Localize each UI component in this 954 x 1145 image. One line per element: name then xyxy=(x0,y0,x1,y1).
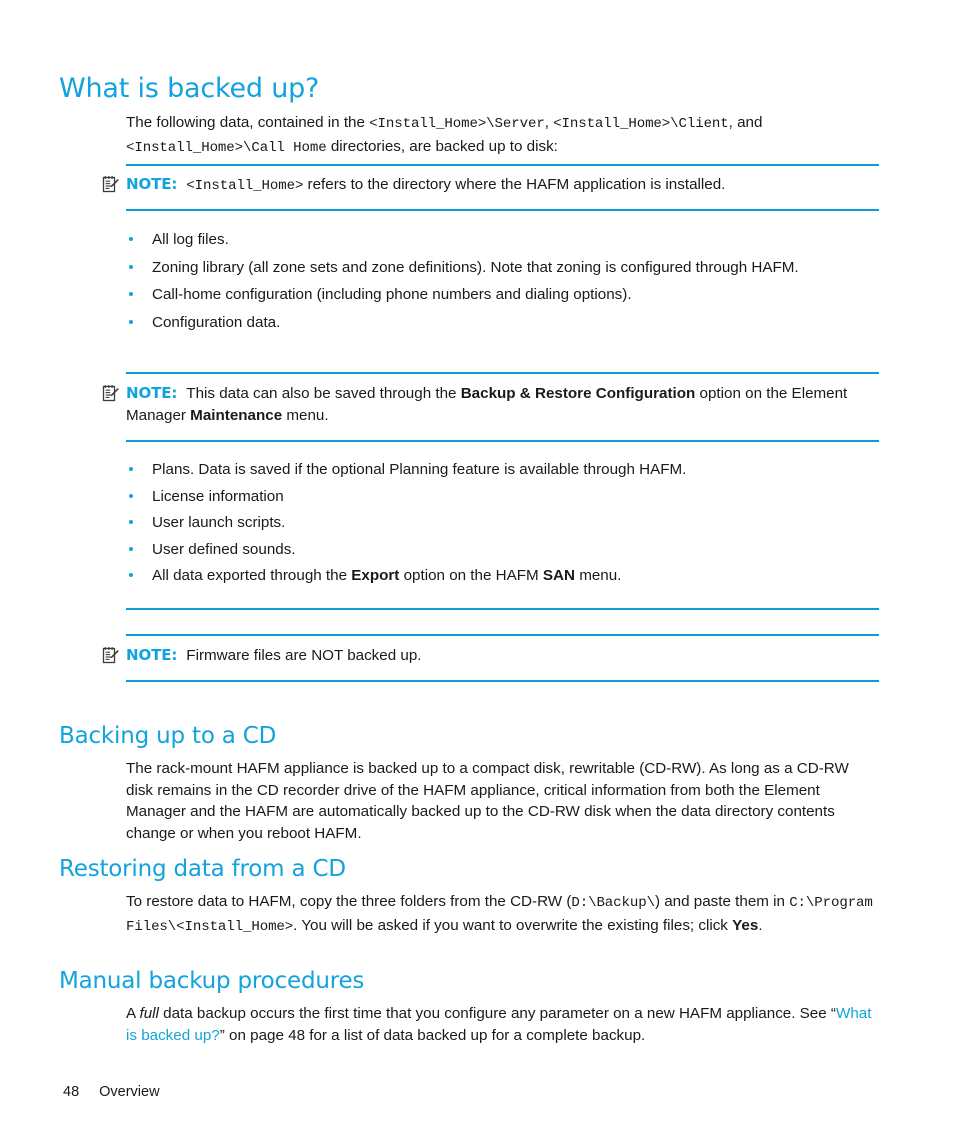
manual-text-2: data backup occurs the first time that y… xyxy=(158,1005,836,1023)
bullet-dot-icon xyxy=(129,520,133,525)
paragraph-restoring-data-from-a-cd: To restore data to HAFM, copy the three … xyxy=(126,891,878,938)
note-pencil-icon xyxy=(102,176,119,193)
list-item-label: Call-home configuration (including phone… xyxy=(152,286,632,304)
list-item-label: Zoning library (all zone sets and zone d… xyxy=(152,258,799,276)
note-rule-bottom-3 xyxy=(126,680,879,682)
paragraph-manual-backup-procedures: A full data backup occurs the first time… xyxy=(126,1003,878,1046)
restore-text-1: To restore data to HAFM, copy the three … xyxy=(126,893,572,911)
intro-code-call-home: <Install_Home>\Call Home xyxy=(126,139,327,156)
export-text-3: menu. xyxy=(574,567,622,585)
intro-text-4: directories, are backed up to disk: xyxy=(326,137,558,155)
list-item: Call-home configuration (including phone… xyxy=(126,284,878,306)
bullet-dot-icon xyxy=(129,319,133,324)
list-item-label: All log files. xyxy=(152,231,229,248)
note-body-2: NOTE: This data can also be saved through… xyxy=(102,383,879,426)
note-label-2: NOTE: xyxy=(126,384,178,402)
footer-page-number: 48 xyxy=(63,1084,80,1100)
note2-bold-maintenance: Maintenance xyxy=(190,406,283,424)
heading-manual-backup-procedures: Manual backup procedures xyxy=(59,968,365,995)
export-text-2: option on the HAFM xyxy=(399,567,543,585)
note2-text-1: This data can also be saved through the xyxy=(186,385,461,402)
note-block-firmware: NOTE: Firmware files are NOT backed up. xyxy=(102,645,879,667)
heading-what-is-backed-up: What is backed up? xyxy=(59,73,320,105)
page-footer: 48 Overview xyxy=(63,1082,160,1102)
list-item: All log files. xyxy=(126,229,878,251)
list-item-label: User launch scripts. xyxy=(152,514,286,532)
heading-backing-up-to-a-cd: Backing up to a CD xyxy=(59,723,277,750)
list-item-label: Configuration data. xyxy=(152,313,281,331)
bullet-dot-icon xyxy=(129,573,133,578)
note2-bold-backup-restore-configuration: Backup & Restore Configuration xyxy=(460,385,696,402)
note-text-3: Firmware files are NOT backed up. xyxy=(186,647,422,664)
note-body-1: NOTE: <Install_Home> refers to the direct… xyxy=(102,174,879,198)
note-rule-top-1 xyxy=(126,164,879,166)
note-rule-top-2 xyxy=(126,372,879,374)
note-rule-top-3a xyxy=(126,608,879,610)
list-item: Plans. Data is saved if the optional Pla… xyxy=(126,459,878,481)
list-item: Configuration data. xyxy=(126,312,878,334)
note-block-backup-restore: NOTE: This data can also be saved through… xyxy=(102,383,879,426)
note-rule-bottom-2 xyxy=(126,440,879,442)
intro-text-3: , and xyxy=(728,114,763,132)
intro-text-2: , xyxy=(544,114,554,132)
note-label-1: NOTE: xyxy=(126,175,178,193)
intro-code-client: <Install_Home>\Client xyxy=(553,116,729,133)
bullet-dot-icon xyxy=(129,237,133,241)
paragraph-intro-backed-up: The following data, contained in the <In… xyxy=(126,112,878,159)
bullet-list-backed-up-items: All log files. Zoning library (all zone … xyxy=(126,229,878,333)
restore-code-backup-path: D:\Backup\ xyxy=(571,895,655,912)
manual-text-3: ” on page 48 for a list of data backed u… xyxy=(219,1026,646,1044)
bullet-dot-icon xyxy=(129,467,133,471)
list-item: User defined sounds. xyxy=(126,539,878,561)
list-item: Zoning library (all zone sets and zone d… xyxy=(126,257,878,279)
list-item-label: License information xyxy=(152,487,284,505)
restore-bold-yes: Yes xyxy=(732,916,759,934)
bullet-dot-icon xyxy=(129,292,133,297)
note-label-3: NOTE: xyxy=(126,646,178,664)
note-body-3: NOTE: Firmware files are NOT backed up. xyxy=(102,645,879,667)
restore-text-3: . You will be asked if you want to overw… xyxy=(293,916,733,934)
note-rule-bottom-1 xyxy=(126,209,879,211)
list-item: User launch scripts. xyxy=(126,512,878,534)
paragraph-backing-up-to-a-cd: The rack-mount HAFM appliance is backed … xyxy=(126,760,849,842)
document-page: What is backed up? The following data, c… xyxy=(0,0,954,1145)
list-item: License information xyxy=(126,486,878,508)
note-pencil-icon xyxy=(102,385,119,402)
list-item-label: User defined sounds. xyxy=(152,540,296,558)
export-bold-san: SAN xyxy=(542,567,575,585)
footer-section-name: Overview xyxy=(99,1084,160,1100)
export-text-1: All data exported through the xyxy=(152,567,352,585)
note-text-1: refers to the directory where the HAFM a… xyxy=(303,176,726,193)
list-item-label-export: All data exported through the Export opt… xyxy=(152,567,621,584)
restore-text-4: . xyxy=(758,916,763,934)
manual-text-1: A xyxy=(126,1005,140,1023)
heading-restoring-data-from-a-cd: Restoring data from a CD xyxy=(59,856,346,883)
bullet-dot-icon xyxy=(129,264,133,269)
intro-code-server: <Install_Home>\Server xyxy=(369,116,545,133)
note2-text-3: menu. xyxy=(282,406,329,424)
bullet-dot-icon xyxy=(129,493,133,498)
restore-text-2: ) and paste them in xyxy=(654,893,790,911)
intro-text-1: The following data, contained in the xyxy=(126,114,370,132)
list-item: All data exported through the Export opt… xyxy=(126,565,878,587)
note-block-install-home: NOTE: <Install_Home> refers to the direct… xyxy=(102,174,879,198)
note-rule-top-3b xyxy=(126,634,879,636)
note-pencil-icon xyxy=(102,647,119,664)
bullet-dot-icon xyxy=(129,546,133,551)
bullet-list-additional-items: Plans. Data is saved if the optional Pla… xyxy=(126,459,878,587)
note-code-install-home: <Install_Home> xyxy=(186,178,304,194)
list-item-label: Plans. Data is saved if the optional Pla… xyxy=(152,461,687,478)
manual-italic-full: full xyxy=(139,1005,159,1023)
export-bold-export: Export xyxy=(351,567,400,585)
